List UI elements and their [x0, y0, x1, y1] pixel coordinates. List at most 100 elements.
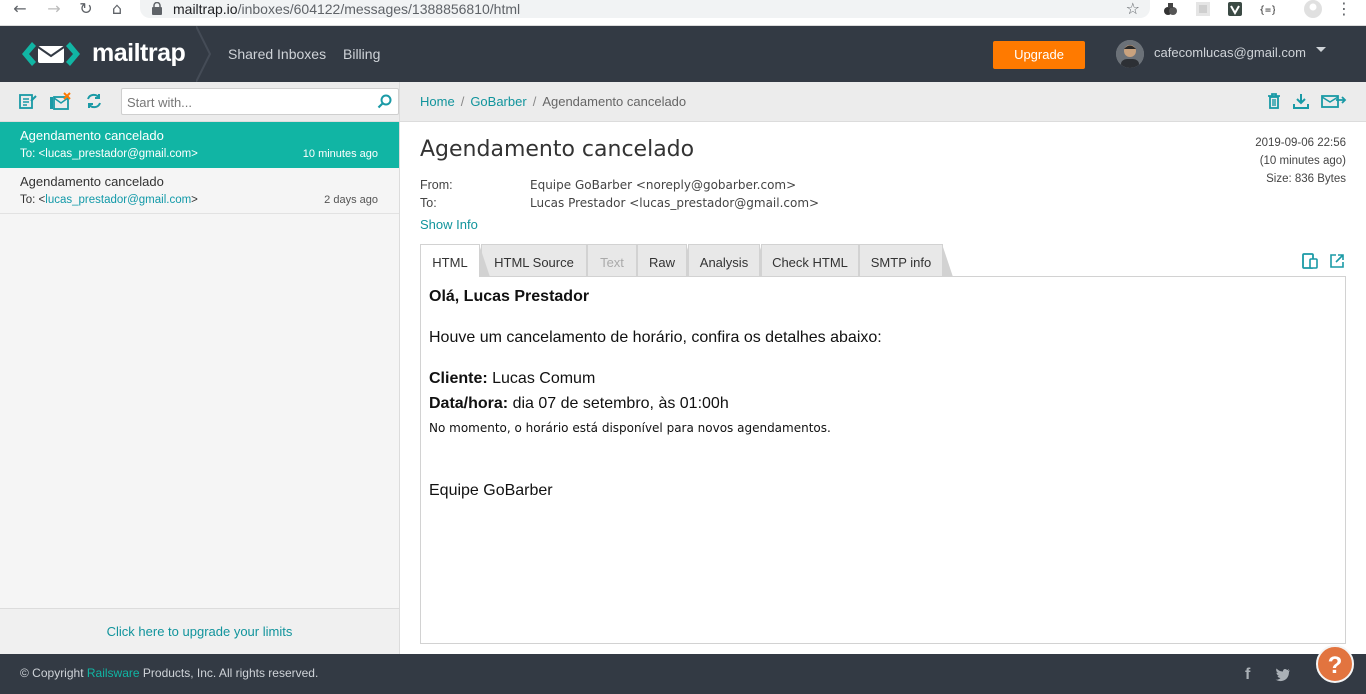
- sidebar-toolbar: [0, 82, 399, 122]
- search-box: [121, 88, 399, 115]
- extension-icon[interactable]: [1162, 1, 1178, 17]
- lock-icon: [152, 2, 162, 15]
- message-recipient: To: <lucas_prestador@gmail.com>: [20, 193, 198, 207]
- email-note: No momento, o horário está disponível pa…: [429, 421, 831, 435]
- tab-analysis[interactable]: Analysis: [688, 244, 770, 277]
- user-avatar-icon: [1116, 40, 1144, 68]
- copyright-prefix: © Copyright: [20, 666, 87, 680]
- inbox-sidebar: Agendamento cancelado To: <lucas_prestad…: [0, 82, 400, 654]
- breadcrumb: Home / GoBarber / Agendamento cancelado: [420, 94, 686, 110]
- forward-email-icon[interactable]: [1321, 92, 1347, 110]
- nav-billing[interactable]: Billing: [343, 46, 380, 63]
- client-label: Cliente:: [429, 370, 488, 387]
- bookmark-star-icon[interactable]: ☆: [1126, 0, 1140, 17]
- edit-inbox-icon[interactable]: [18, 92, 38, 110]
- twitter-icon[interactable]: [1275, 668, 1291, 682]
- message-list-item[interactable]: Agendamento cancelado To: <lucas_prestad…: [0, 122, 399, 168]
- from-label: From:: [420, 178, 453, 192]
- email-intro: Houve um cancelamento de horário, confir…: [429, 329, 882, 346]
- breadcrumb-current: Agendamento cancelado: [542, 94, 687, 109]
- datetime-value: dia 07 de setembro, às 01:00h: [508, 395, 729, 412]
- refresh-icon[interactable]: [84, 92, 104, 110]
- logo-text[interactable]: mailtrap: [92, 38, 186, 68]
- message-to-address: lucas_prestador@gmail.com: [45, 148, 192, 160]
- svg-text:{=}: {=}: [1259, 5, 1275, 16]
- breadcrumb-separator: /: [532, 94, 537, 109]
- browser-toolbar: ← → ↻ ⌂ mailtrap.io/inboxes/604122/messa…: [0, 0, 1366, 26]
- tab-raw[interactable]: Raw: [637, 244, 697, 277]
- help-button[interactable]: ?: [1316, 645, 1354, 683]
- extension-icon[interactable]: [1195, 1, 1211, 17]
- search-input[interactable]: [127, 93, 367, 111]
- header-divider-chevron: [196, 26, 212, 82]
- extension-icon[interactable]: [1227, 1, 1243, 17]
- message-to-suffix: >: [191, 194, 198, 206]
- breadcrumb-home[interactable]: Home: [420, 94, 455, 109]
- trash-icon[interactable]: [1265, 92, 1283, 110]
- reload-icon[interactable]: ↻: [76, 0, 96, 18]
- app-header: mailtrap Shared Inboxes Billing Upgrade …: [0, 26, 1366, 82]
- upgrade-limits-link[interactable]: Click here to upgrade your limits: [0, 608, 399, 654]
- copyright-text: © Copyright Railsware Products, Inc. All…: [20, 665, 318, 681]
- tab-smtp-info[interactable]: SMTP info: [859, 244, 953, 277]
- message-relative-time: (10 minutes ago): [1259, 155, 1346, 167]
- back-arrow-icon[interactable]: ←: [10, 0, 30, 18]
- address-bar[interactable]: mailtrap.io/inboxes/604122/messages/1388…: [140, 0, 1150, 18]
- show-info-link[interactable]: Show Info: [420, 217, 478, 233]
- message-title: Agendamento cancelado: [420, 137, 695, 162]
- message-to-suffix: >: [191, 148, 198, 160]
- clean-inbox-icon[interactable]: [49, 92, 71, 110]
- user-email[interactable]: cafecomlucas@gmail.com: [1154, 45, 1306, 61]
- message-toolbar: Home / GoBarber / Agendamento cancelado: [400, 82, 1366, 122]
- email-signature: Equipe GoBarber: [429, 482, 553, 499]
- extension-icon[interactable]: {=}: [1259, 1, 1275, 17]
- tab-text[interactable]: Text: [587, 244, 647, 277]
- to-label: To:: [420, 196, 437, 210]
- email-preview: Olá, Lucas Prestador Houve um cancelamen…: [420, 276, 1346, 644]
- tab-check-html[interactable]: Check HTML: [761, 244, 869, 277]
- url-text: mailtrap.io/inboxes/604122/messages/1388…: [173, 1, 520, 17]
- forward-arrow-icon[interactable]: →: [44, 0, 64, 18]
- message-to-prefix: To: <: [20, 148, 46, 160]
- home-icon[interactable]: ⌂: [107, 0, 127, 18]
- search-icon[interactable]: [377, 94, 392, 109]
- message-subject: Agendamento cancelado: [20, 128, 164, 143]
- chevron-down-icon[interactable]: [1316, 47, 1326, 52]
- app-footer: © Copyright Railsware Products, Inc. All…: [0, 654, 1366, 694]
- profile-icon[interactable]: [1303, 0, 1323, 19]
- tab-html-source[interactable]: HTML Source: [481, 244, 597, 277]
- message-to-prefix: To: <: [20, 194, 46, 206]
- datetime-label: Data/hora:: [429, 395, 509, 412]
- to-value: Lucas Prestador <lucas_prestador@gmail.c…: [530, 196, 820, 210]
- email-client-line: Cliente: Lucas Comum: [429, 369, 595, 389]
- message-list-item[interactable]: Agendamento cancelado To: <lucas_prestad…: [0, 168, 399, 214]
- client-value: Lucas Comum: [487, 370, 596, 387]
- message-size: Size: 836 Bytes: [1266, 173, 1346, 185]
- browser-menu-icon[interactable]: ⋮: [1334, 0, 1354, 18]
- message-to-address: lucas_prestador@gmail.com: [45, 194, 192, 206]
- url-path: /inboxes/604122/messages/1388856810/html: [237, 1, 521, 17]
- mailtrap-logo-icon[interactable]: [20, 38, 82, 70]
- from-value: Equipe GoBarber <noreply@gobarber.com>: [530, 178, 797, 192]
- breadcrumb-inbox[interactable]: GoBarber: [470, 94, 526, 109]
- message-recipient: To: <lucas_prestador@gmail.com>: [20, 147, 198, 161]
- nav-shared-inboxes[interactable]: Shared Inboxes: [228, 46, 326, 63]
- breadcrumb-separator: /: [460, 94, 465, 109]
- message-time: 10 minutes ago: [302, 148, 378, 160]
- email-greeting: Olá, Lucas Prestador: [429, 288, 590, 305]
- message-date: 2019-09-06 22:56: [1255, 137, 1346, 149]
- message-subject: Agendamento cancelado: [20, 174, 164, 189]
- download-icon[interactable]: [1292, 92, 1310, 110]
- url-host: mailtrap.io: [173, 1, 238, 17]
- mobile-preview-icon[interactable]: [1302, 253, 1318, 269]
- message-meta: 2019-09-06 22:56 (10 minutes ago) Size: …: [1255, 134, 1346, 188]
- open-external-icon[interactable]: [1329, 253, 1345, 269]
- railsware-link[interactable]: Railsware: [87, 666, 140, 680]
- upgrade-button[interactable]: Upgrade: [993, 41, 1085, 69]
- copyright-suffix: Products, Inc. All rights reserved.: [139, 666, 319, 680]
- facebook-icon[interactable]: f: [1245, 666, 1250, 684]
- avatar[interactable]: [1116, 40, 1144, 68]
- email-datetime-line: Data/hora: dia 07 de setembro, às 01:00h: [429, 394, 729, 414]
- message-time: 2 days ago: [324, 194, 378, 206]
- tab-html[interactable]: HTML: [420, 244, 490, 277]
